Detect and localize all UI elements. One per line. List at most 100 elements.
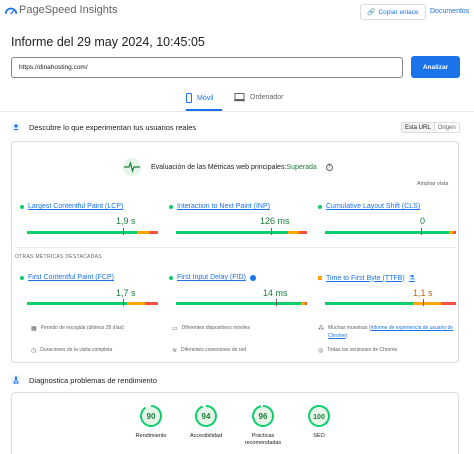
score-gauge[interactable]: 90 Rendimiento (121, 404, 181, 440)
good-indicator-icon (318, 204, 322, 209)
score-label: Prácticas recomendadas (244, 433, 282, 447)
toggle-origin[interactable]: Origen (435, 123, 459, 132)
copy-link-button[interactable]: 🔗 Copiar enlace (360, 4, 426, 20)
metric-fid-value: 14 ms (263, 288, 288, 298)
metric-cls-name: Cumulative Layout Shift (CLS) (326, 203, 421, 210)
metric-cls-bar (325, 231, 456, 234)
tab-mobile-label: Móvil (197, 94, 214, 102)
lab-icon (11, 375, 21, 385)
metric-lcp-marker (123, 228, 124, 235)
desktop-icon (234, 93, 245, 102)
good-indicator-icon (20, 275, 24, 280)
chrome-icon: ◎ (318, 348, 324, 354)
metric-fid[interactable]: First Input Delay (FID) (169, 274, 256, 281)
score-gauge-ring: 100 (308, 405, 330, 427)
good-indicator-icon (169, 275, 173, 280)
cwv-assessment: Evaluación de las Métricas web principal… (122, 158, 333, 176)
field-data-heading-text: Descubre lo que experimentan tus usuario… (29, 122, 197, 132)
metric-lcp-name: Largest Contentful Paint (LCP) (28, 203, 124, 210)
metric-ttfb-name: Time to First Byte (TTFB) (326, 274, 405, 282)
info-chrome-text: Todas las versiones de Chrome (327, 347, 398, 353)
score-value: 100 (313, 414, 325, 421)
help-icon[interactable]: ? (325, 163, 333, 171)
metric-fcp[interactable]: First Contentful Paint (FCP) (20, 274, 114, 281)
devices-icon: ▭ (172, 326, 178, 332)
people-icon (11, 122, 21, 132)
metric-fid-name: First Input Delay (FID) (177, 274, 246, 281)
wifi-icon: ≋ (172, 348, 178, 354)
score-gauge[interactable]: 96 Prácticas recomendadas (233, 404, 293, 448)
score-value: 94 (202, 412, 211, 421)
metric-ttfb-bar (325, 302, 456, 305)
info-duration: ◷ Duraciones de la visita completa (31, 347, 112, 354)
metric-inp-marker (271, 228, 272, 235)
metric-ttfb[interactable]: Time to First Byte (TTFB) ⚗ (318, 274, 415, 282)
metric-fid-marker (276, 299, 277, 306)
metric-fcp-name: First Contentful Paint (FCP) (28, 274, 114, 281)
score-gauge[interactable]: 100 SEO (289, 404, 349, 440)
tab-mobile[interactable]: Móvil (186, 93, 213, 103)
other-metrics-label: OTRAS MÉTRICAS DESTACADAS (15, 254, 102, 260)
field-data-heading: Descubre lo que experimentan tus usuario… (11, 122, 196, 132)
average-indicator-icon (318, 276, 322, 280)
metric-fcp-value: 1,7 s (116, 288, 136, 298)
info-icon[interactable] (249, 274, 256, 281)
metric-lcp-value: 1,9 s (116, 216, 136, 226)
score-gauge[interactable]: 94 Accesibilidad (176, 404, 236, 440)
score-gauge-ring: 94 (195, 405, 217, 427)
score-gauge-ring: 90 (140, 405, 162, 427)
metric-fcp-bar (27, 302, 158, 305)
cwv-title: Evaluación de las Métricas web principal… (151, 163, 287, 171)
tab-desktop[interactable]: Ordenador (234, 93, 283, 102)
metric-cls[interactable]: Cumulative Layout Shift (CLS) (318, 203, 420, 210)
info-duration-text: Duraciones de la visita completa (40, 347, 113, 353)
good-indicator-icon (20, 204, 24, 209)
score-label: Accesibilidad (189, 433, 223, 439)
pulse-icon (123, 158, 141, 176)
toggle-this-url[interactable]: Esta URL (402, 123, 435, 132)
tab-desktop-label: Ordenador (250, 94, 284, 101)
metric-cls-value: 0 (420, 216, 426, 226)
metric-fcp-marker (123, 299, 124, 306)
metric-inp-name: Interaction to Next Paint (INP) (177, 203, 270, 210)
score-label: SEO (313, 433, 325, 439)
analyze-button[interactable]: Analizar (411, 56, 460, 78)
metric-lcp[interactable]: Largest Contentful Paint (LCP) (20, 203, 123, 210)
info-devices-text: Diferentes dispositivos móviles (181, 325, 251, 331)
expand-view-link[interactable]: Ampliar vista (417, 181, 448, 187)
calendar-icon: ▦ (31, 326, 37, 332)
info-period-text: Periodo de recogida (últimos 28 días) (40, 325, 124, 331)
link-icon: 🔗 (367, 9, 376, 16)
experimental-flask-icon: ⚗ (408, 275, 415, 282)
tabs-divider (0, 111, 474, 112)
metric-inp[interactable]: Interaction to Next Paint (INP) (169, 203, 270, 210)
report-title: Informe del 29 may 2024, 10:45:05 (11, 35, 205, 49)
info-samples: ⁂ Muchas muestras (Informe de experienci… (318, 325, 462, 340)
diagnostics-heading: Diagnostica problemas de rendimiento (11, 375, 157, 385)
metric-lcp-bar (27, 231, 158, 234)
mobile-icon (186, 93, 192, 103)
copy-link-label: Copiar enlace (378, 8, 419, 16)
metric-fid-bar (176, 302, 307, 305)
url-input[interactable]: https://dinahosting.com/ (11, 57, 403, 78)
pagespeed-logo-icon (4, 7, 18, 15)
good-indicator-icon (169, 204, 173, 209)
info-devices: ▭ Diferentes dispositivos móviles (172, 325, 250, 332)
info-connections-text: Diferentes conexiones de red (181, 347, 247, 353)
url-origin-toggle[interactable]: Esta URL Origen (401, 122, 460, 133)
metric-cls-marker (421, 228, 422, 235)
metric-ttfb-marker (423, 299, 424, 306)
timer-icon: ◷ (31, 348, 37, 354)
score-value: 96 (259, 412, 268, 421)
info-period: ▦ Periodo de recogida (últimos 28 días) (31, 325, 124, 332)
metric-inp-bar (176, 231, 307, 234)
metric-inp-value: 126 ms (260, 216, 290, 226)
cwv-status: Superada (286, 163, 317, 171)
documentation-link[interactable]: Documentos (430, 8, 469, 15)
diagnostics-heading-text: Diagnostica problemas de rendimiento (29, 375, 157, 385)
info-samples-prefix: Muchas muestras ( (328, 325, 371, 331)
score-gauge-ring: 96 (252, 405, 274, 427)
metrics-divider (15, 247, 455, 248)
metric-ttfb-value: 1,1 s (413, 288, 433, 298)
score-label: Rendimiento (135, 433, 167, 439)
